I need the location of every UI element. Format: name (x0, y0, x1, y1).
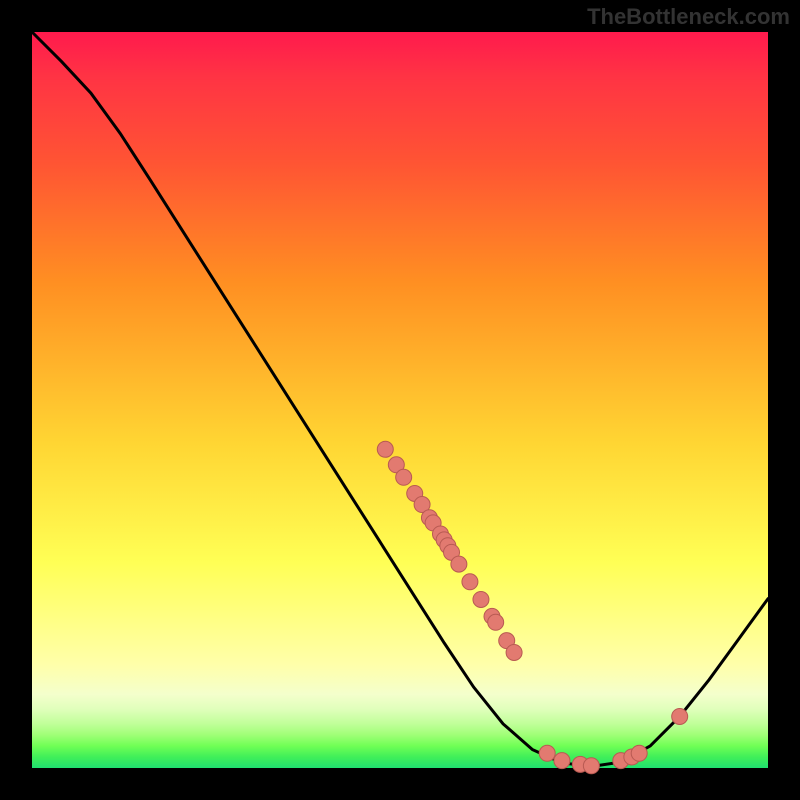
watermark-text: TheBottleneck.com (587, 4, 790, 30)
chart-svg (32, 32, 768, 768)
data-marker (462, 574, 478, 590)
chart-container: TheBottleneck.com (0, 0, 800, 800)
data-marker (583, 758, 599, 774)
plot-area (32, 32, 768, 768)
data-marker (631, 745, 647, 761)
data-marker (488, 614, 504, 630)
bottleneck-curve (32, 32, 768, 767)
data-marker (473, 591, 489, 607)
data-marker (506, 644, 522, 660)
data-markers (377, 441, 687, 773)
data-marker (539, 745, 555, 761)
data-marker (377, 441, 393, 457)
data-marker (554, 753, 570, 769)
data-marker (672, 708, 688, 724)
data-marker (451, 556, 467, 572)
data-marker (396, 469, 412, 485)
